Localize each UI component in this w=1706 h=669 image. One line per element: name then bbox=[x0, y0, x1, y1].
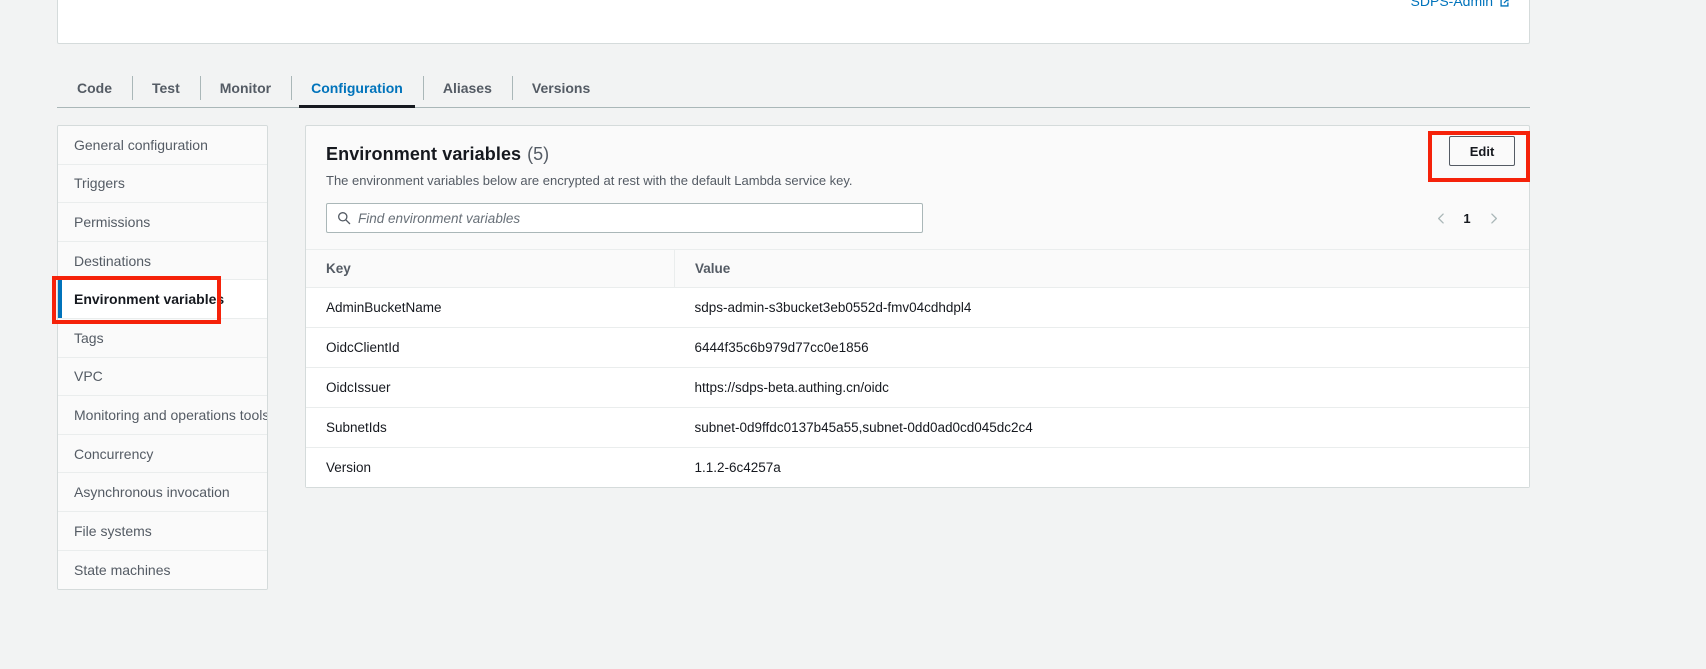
sidebar-item-label: Environment variables bbox=[74, 291, 225, 308]
sidebar-item-label: General configuration bbox=[74, 136, 208, 153]
sdps-admin-link[interactable]: SDPS-Admin bbox=[1411, 0, 1511, 9]
tab-bar: Code Test Monitor Configuration Aliases … bbox=[57, 69, 1530, 108]
tab-aliases-label: Aliases bbox=[442, 80, 492, 96]
top-summary-panel: SDPS-Admin bbox=[57, 0, 1530, 44]
cell-key: AdminBucketName bbox=[306, 287, 675, 328]
sidebar-item-concurrency[interactable]: Concurrency bbox=[58, 434, 267, 474]
sidebar-item-label: Concurrency bbox=[74, 445, 154, 462]
table-row: Version 1.1.2-6c4257a bbox=[306, 447, 1529, 487]
cell-value: subnet-0d9ffdc0137b45a55,subnet-0dd0ad0c… bbox=[674, 407, 1529, 448]
table-body: AdminBucketName sdps-admin-s3bucket3eb05… bbox=[306, 287, 1529, 487]
cell-value: 6444f35c6b979d77cc0e1856 bbox=[674, 327, 1529, 368]
sidebar-item-label: Tags bbox=[74, 329, 104, 346]
column-header-key: Key bbox=[306, 249, 675, 288]
search-and-pagination-row: 1 bbox=[306, 188, 1529, 249]
sidebar-item-label: Triggers bbox=[74, 175, 125, 192]
cell-key: OidcClientId bbox=[306, 327, 675, 368]
sidebar-item-label: Permissions bbox=[74, 213, 151, 230]
sidebar-item-label: State machines bbox=[74, 561, 171, 578]
cell-key: SubnetIds bbox=[306, 407, 675, 448]
sidebar-item-triggers[interactable]: Triggers bbox=[58, 164, 267, 204]
search-box[interactable] bbox=[326, 203, 923, 233]
cell-value: 1.1.2-6c4257a bbox=[674, 447, 1529, 487]
panel-title-row: Environment variables (5) bbox=[326, 144, 1509, 165]
pagination: 1 bbox=[1433, 210, 1509, 226]
table-header-row: Key Value bbox=[306, 249, 1529, 288]
edit-button-wrapper: Edit bbox=[1449, 136, 1515, 166]
environment-variables-panel: Environment variables (5) The environmen… bbox=[305, 125, 1530, 488]
sidebar-item-permissions[interactable]: Permissions bbox=[58, 203, 267, 242]
sidebar-item-monitoring-and-operations-tools[interactable]: Monitoring and operations tools bbox=[58, 396, 267, 435]
tab-configuration-label: Configuration bbox=[311, 80, 403, 96]
chevron-left-icon[interactable] bbox=[1433, 210, 1449, 226]
sidebar-item-asynchronous-invocation[interactable]: Asynchronous invocation bbox=[58, 473, 267, 512]
sidebar-item-tags[interactable]: Tags bbox=[58, 318, 267, 358]
edit-button[interactable]: Edit bbox=[1449, 136, 1515, 166]
top-panel-link-area: SDPS-Admin bbox=[1411, 0, 1511, 9]
table-row: AdminBucketName sdps-admin-s3bucket3eb05… bbox=[306, 287, 1529, 328]
sidebar-item-file-systems[interactable]: File systems bbox=[58, 511, 267, 551]
panel-header: Environment variables (5) The environmen… bbox=[306, 126, 1529, 188]
configuration-sidebar: General configuration Triggers Permissio… bbox=[57, 125, 268, 591]
tab-test[interactable]: Test bbox=[132, 69, 200, 107]
tab-versions-label: Versions bbox=[531, 80, 591, 96]
search-input[interactable] bbox=[327, 204, 922, 232]
sidebar-item-state-machines[interactable]: State machines bbox=[58, 550, 267, 590]
sidebar-item-label: Asynchronous invocation bbox=[74, 484, 230, 501]
tab-versions[interactable]: Versions bbox=[511, 69, 610, 107]
tab-configuration[interactable]: Configuration bbox=[291, 69, 423, 108]
tab-code[interactable]: Code bbox=[57, 69, 132, 107]
panel-description: The environment variables below are encr… bbox=[326, 173, 853, 188]
table-head: Key Value bbox=[306, 249, 1529, 288]
sidebar-item-label: Monitoring and operations tools bbox=[74, 406, 268, 423]
table-row: SubnetIds subnet-0d9ffdc0137b45a55,subne… bbox=[306, 407, 1529, 448]
environment-variables-table: Key Value AdminBucketName sdps-admin-s3b… bbox=[306, 249, 1529, 487]
variable-count: (5) bbox=[527, 144, 550, 164]
sidebar-item-destinations[interactable]: Destinations bbox=[58, 241, 267, 281]
tab-test-label: Test bbox=[152, 80, 180, 96]
tab-monitor-label: Monitor bbox=[219, 80, 272, 96]
sidebar-item-label: VPC bbox=[74, 368, 103, 385]
tab-monitor[interactable]: Monitor bbox=[199, 69, 291, 107]
external-link-icon bbox=[1498, 0, 1511, 9]
cell-value: https://sdps-beta.authing.cn/oidc bbox=[674, 367, 1529, 408]
table-row: OidcClientId 6444f35c6b979d77cc0e1856 bbox=[306, 327, 1529, 368]
table-row: OidcIssuer https://sdps-beta.authing.cn/… bbox=[306, 367, 1529, 408]
page-title: Environment variables bbox=[326, 144, 522, 164]
sidebar-item-general-configuration[interactable]: General configuration bbox=[58, 126, 267, 165]
cell-key: OidcIssuer bbox=[306, 367, 675, 408]
sidebar-item-environment-variables[interactable]: Environment variables bbox=[58, 280, 267, 319]
sdps-admin-link-label: SDPS-Admin bbox=[1410, 0, 1493, 9]
pagination-page-1[interactable]: 1 bbox=[1463, 211, 1471, 226]
cell-key: Version bbox=[306, 447, 675, 487]
column-header-value: Value bbox=[674, 249, 1529, 288]
configuration-body: General configuration Triggers Permissio… bbox=[57, 125, 1530, 591]
sidebar-item-label: Destinations bbox=[74, 252, 152, 269]
chevron-right-icon[interactable] bbox=[1485, 210, 1501, 226]
cell-value: sdps-admin-s3bucket3eb0552d-fmv04cdhdpl4 bbox=[674, 287, 1529, 328]
sidebar-item-label: File systems bbox=[74, 522, 152, 539]
sidebar-item-vpc[interactable]: VPC bbox=[58, 357, 267, 397]
tab-aliases[interactable]: Aliases bbox=[422, 69, 512, 107]
tab-code-label: Code bbox=[77, 80, 112, 96]
